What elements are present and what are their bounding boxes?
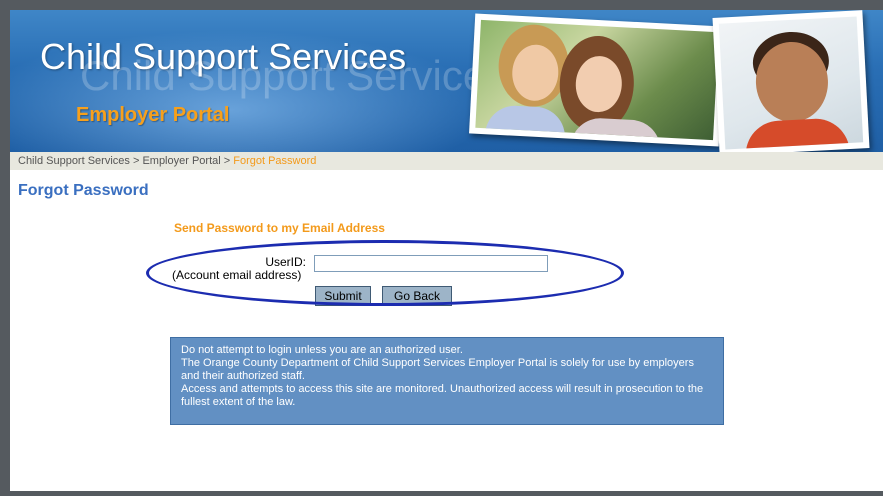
banner-title: Child Support Services bbox=[40, 36, 407, 77]
window-frame: Child Support Services Child Support Ser… bbox=[0, 0, 883, 496]
shirt-shape bbox=[744, 117, 850, 150]
notice-line: Access and attempts to access this site … bbox=[181, 383, 704, 408]
security-notice: Do not attempt to login unless you are a… bbox=[170, 337, 724, 425]
breadcrumb-separator: > bbox=[220, 155, 234, 167]
notice-line: Do not attempt to login unless you are a… bbox=[181, 344, 463, 356]
userid-input[interactable] bbox=[314, 255, 548, 272]
breadcrumb-link-employer-portal[interactable]: Employer Portal bbox=[142, 155, 220, 167]
shirt-shape bbox=[484, 104, 567, 141]
go-back-button[interactable]: Go Back bbox=[382, 286, 452, 306]
notice-line: The Orange County Department of Child Su… bbox=[181, 357, 694, 382]
breadcrumb-separator: > bbox=[129, 155, 143, 167]
breadcrumb-link-child-support-services[interactable]: Child Support Services bbox=[18, 155, 130, 167]
page-title: Forgot Password bbox=[18, 182, 149, 199]
banner-photo-mother-daughter bbox=[469, 13, 725, 147]
section-title: Send Password to my Email Address bbox=[174, 221, 385, 235]
submit-button[interactable]: Submit bbox=[315, 286, 371, 306]
page: Child Support Services Child Support Ser… bbox=[10, 10, 883, 491]
userid-sublabel: (Account email address) bbox=[172, 268, 302, 282]
userid-label: UserID: bbox=[265, 255, 306, 269]
photo-content bbox=[718, 16, 864, 150]
breadcrumb: Child Support Services > Employer Portal… bbox=[10, 152, 883, 170]
breadcrumb-current: Forgot Password bbox=[233, 155, 317, 167]
banner-subtitle: Employer Portal bbox=[76, 104, 230, 126]
banner-photo-child bbox=[712, 10, 870, 152]
header-banner: Child Support Services Child Support Ser… bbox=[10, 10, 883, 152]
photo-content bbox=[475, 19, 719, 141]
